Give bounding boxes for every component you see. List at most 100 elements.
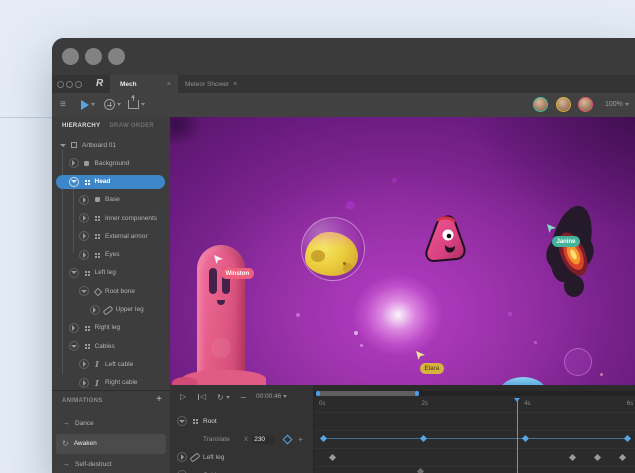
hierarchy-item-cables[interactable]: Cables xyxy=(52,337,170,355)
collaborator-yellow[interactable] xyxy=(556,97,571,112)
tab-close-icon[interactable]: × xyxy=(233,81,237,88)
disclosure-caret[interactable] xyxy=(90,305,100,315)
timeline-row-translate[interactable]: Translate X 230 + xyxy=(170,430,313,448)
keyframe-diamond[interactable] xyxy=(624,434,631,441)
export-button[interactable] xyxy=(128,91,145,114)
group-icon xyxy=(82,323,92,333)
keyframe-diamond[interactable] xyxy=(329,453,336,460)
collaborator-teal[interactable] xyxy=(533,97,548,112)
window-control-zoom-icon[interactable] xyxy=(108,48,125,65)
animation-label: Self-destruct xyxy=(75,461,112,468)
animations-list: →Dance↻Awaken→Self-destruct xyxy=(52,413,170,473)
rive-logo[interactable]: R xyxy=(96,78,103,89)
interpolation-button[interactable]: ∼ xyxy=(240,390,247,404)
hierarchy-item-label: External armor xyxy=(105,233,148,240)
hierarchy-item-inner-components[interactable]: Inner components xyxy=(52,209,170,227)
hierarchy-item-left-cable[interactable]: ILeft cable xyxy=(52,355,170,373)
hierarchy-item-head[interactable]: Head xyxy=(56,175,165,189)
playhead[interactable] xyxy=(517,400,518,473)
vortex-splat xyxy=(564,275,584,297)
current-time-dropdown[interactable]: 00:00:46 xyxy=(256,393,287,400)
hierarchy-tree: Artboard 01Background Head BaseInner compo… xyxy=(52,136,170,392)
hierarchy-item-artboard-01[interactable]: Artboard 01 xyxy=(52,136,170,154)
character-triangle[interactable] xyxy=(422,213,468,265)
keyframe-diamond[interactable] xyxy=(569,453,576,460)
group-icon xyxy=(82,341,92,351)
disclosure-caret[interactable] xyxy=(69,323,79,333)
loop-mode-button[interactable]: ↻ xyxy=(217,390,230,404)
disclosure-caret[interactable] xyxy=(79,231,89,241)
skip-start-icon xyxy=(198,394,199,400)
main-menu-button[interactable]: ≡ xyxy=(60,93,66,116)
tab-meteor-shower[interactable]: Meteor Shower × xyxy=(185,75,263,93)
character-winston[interactable] xyxy=(197,245,245,385)
stage-canvas[interactable]: WinstonJanineElara xyxy=(170,117,635,385)
hierarchy-item-background[interactable]: Background xyxy=(52,154,170,172)
keyframe-diamond[interactable] xyxy=(619,453,626,460)
hierarchy-item-left-leg[interactable]: Left leg xyxy=(52,264,170,282)
disclosure-caret[interactable] xyxy=(79,250,89,260)
keyframe-diamond[interactable] xyxy=(594,453,601,460)
hierarchy-item-right-leg[interactable]: Right leg xyxy=(52,319,170,337)
add-keyframe-button[interactable]: + xyxy=(298,435,303,444)
disclosure-caret[interactable] xyxy=(79,359,89,369)
translate-x-input[interactable]: 230 xyxy=(252,435,274,444)
disclosure-caret[interactable] xyxy=(79,213,89,223)
timeline-row-left-leg[interactable]: Left leg xyxy=(170,448,313,466)
disclosure-caret[interactable] xyxy=(69,341,79,351)
disclosure-caret[interactable] xyxy=(79,286,89,296)
group-icon xyxy=(82,268,92,278)
keyframe-toggle-icon[interactable] xyxy=(283,434,293,444)
zoom-level-value: 100% xyxy=(605,101,623,108)
disclosure-caret[interactable] xyxy=(177,416,187,426)
keyframe-diamond[interactable] xyxy=(319,434,326,441)
zoom-level-dropdown[interactable]: 100% xyxy=(605,101,629,108)
collaborator-red[interactable] xyxy=(578,97,593,112)
hierarchy-item-root-bone[interactable]: Root bone xyxy=(52,282,170,300)
disclosure-caret[interactable] xyxy=(177,452,187,462)
shape-icon xyxy=(82,158,92,168)
hierarchy-item-external-armor[interactable]: External armor xyxy=(52,227,170,245)
decor-dot xyxy=(392,178,397,183)
timeline-row-cables[interactable]: Cables xyxy=(170,466,313,473)
disclosure-caret[interactable] xyxy=(58,144,67,147)
left-sidebar: HIERARCHY DRAW ORDER Artboard 01Backgrou… xyxy=(52,117,171,473)
hierarchy-item-upper-leg[interactable]: Upper leg xyxy=(52,300,170,318)
tab-draw-order[interactable]: DRAW ORDER xyxy=(109,123,154,129)
disclosure-caret[interactable] xyxy=(79,195,89,205)
tab-close-icon[interactable]: × xyxy=(167,81,171,88)
hierarchy-item-eyes[interactable]: Eyes xyxy=(52,245,170,263)
disclosure-caret[interactable] xyxy=(69,268,79,278)
disclosure-caret[interactable] xyxy=(69,158,79,168)
timeline-tracks[interactable]: 0s2s4s6s xyxy=(313,385,635,473)
window-control-minimize-icon[interactable] xyxy=(85,48,102,65)
tab-hierarchy[interactable]: HIERARCHY xyxy=(62,123,100,129)
keyframe-diamond[interactable] xyxy=(419,434,426,441)
group-icon xyxy=(190,416,200,426)
animation-item-dance[interactable]: →Dance xyxy=(52,413,170,434)
timeline-scrollbar-thumb[interactable] xyxy=(316,391,419,396)
go-to-start-button[interactable]: ▷ xyxy=(198,390,206,404)
axis-label: X xyxy=(244,436,248,443)
blue-blob xyxy=(498,377,548,385)
row-separator xyxy=(314,430,635,431)
cable-icon: I xyxy=(92,359,102,369)
disclosure-caret[interactable] xyxy=(69,177,79,187)
hierarchy-item-base[interactable]: Base xyxy=(52,191,170,209)
transform-tool-button[interactable] xyxy=(81,93,95,116)
add-animation-button[interactable]: + xyxy=(156,394,162,405)
decor-dot xyxy=(360,344,363,347)
play-button[interactable]: ▷ xyxy=(180,390,186,404)
keyframe-diamond[interactable] xyxy=(522,434,529,441)
playhead-handle-icon[interactable] xyxy=(514,398,520,402)
timeline-row-root[interactable]: Root xyxy=(170,412,313,430)
decor-dot xyxy=(600,373,603,376)
character-bubble-blob[interactable] xyxy=(301,217,365,281)
window-control-close-icon[interactable] xyxy=(62,48,79,65)
keyframe-diamond[interactable] xyxy=(417,467,424,473)
disclosure-caret[interactable] xyxy=(79,378,89,388)
collaborator-name-badge: Elara xyxy=(420,363,444,374)
animation-item-awaken[interactable]: ↻Awaken xyxy=(56,434,166,455)
create-tool-button[interactable] xyxy=(104,93,121,116)
animation-item-self-destruct[interactable]: →Self-destruct xyxy=(52,454,170,473)
